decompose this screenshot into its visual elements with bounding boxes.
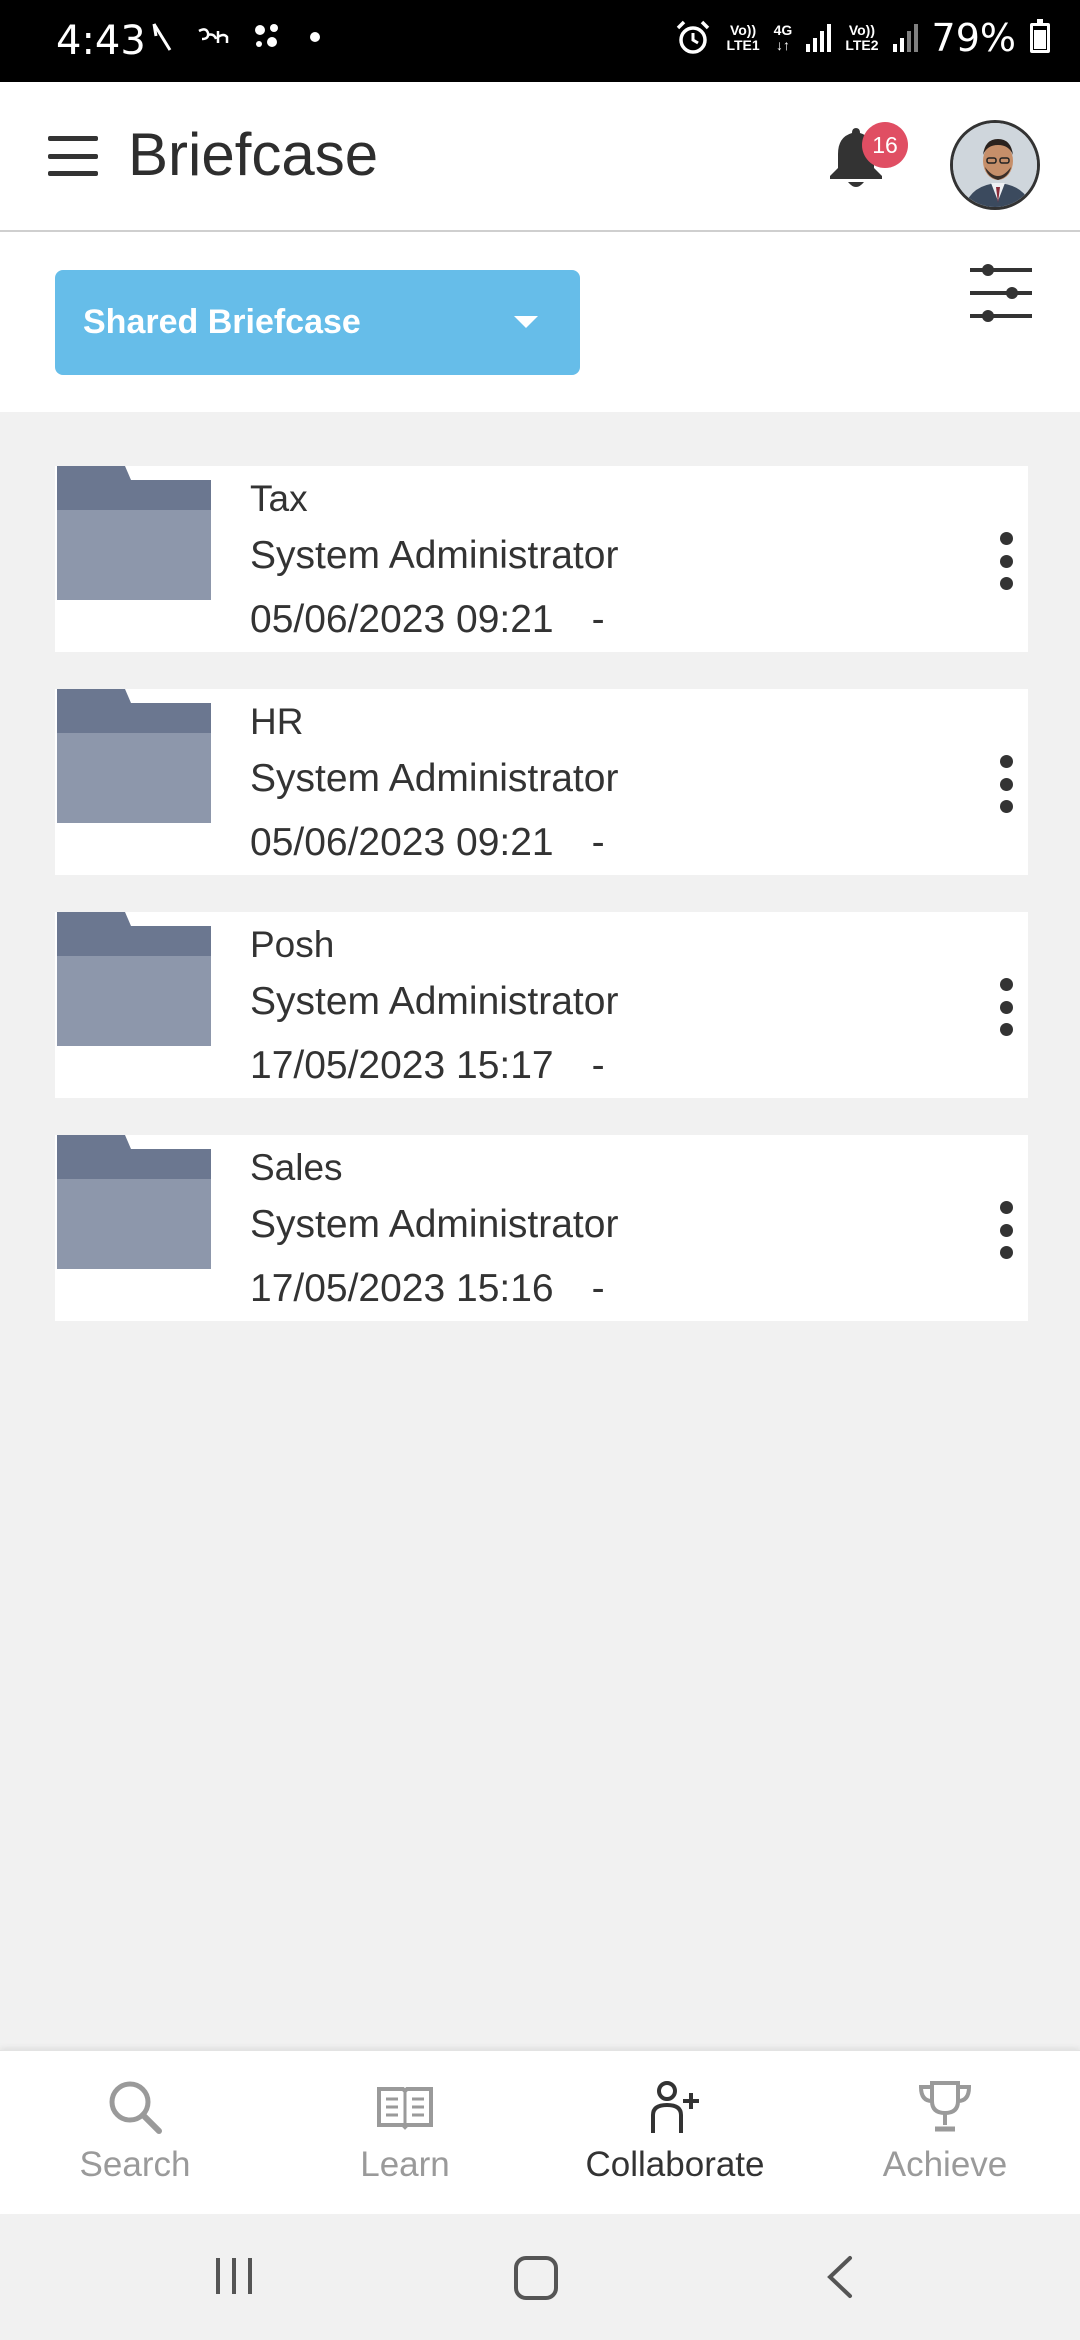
more-options-icon[interactable] xyxy=(996,1201,1016,1259)
search-icon xyxy=(109,2081,162,2134)
folder-meta: 17/05/2023 15:17- xyxy=(250,1044,605,1088)
folder-icon xyxy=(57,466,211,600)
system-navigation-bar xyxy=(0,2214,1080,2340)
folder-icon xyxy=(57,912,211,1046)
folder-owner: System Administrator xyxy=(250,757,619,800)
folder-item[interactable]: HR System Administrator 05/06/2023 09:21… xyxy=(55,689,1028,875)
filter-area: Shared Briefcase xyxy=(0,232,1080,412)
battery-icon xyxy=(1030,19,1050,53)
alarm-icon xyxy=(677,20,710,54)
folder-extra: - xyxy=(591,1267,605,1310)
nav-search-label: Search xyxy=(79,2145,191,2184)
folder-icon xyxy=(57,1135,211,1269)
nav-collaborate[interactable]: Collaborate xyxy=(540,2051,810,2214)
more-options-icon[interactable] xyxy=(996,755,1016,813)
status-right-icons: Vo)) LTE1 4G ↓↑ Vo)) LTE2 79% xyxy=(674,16,1050,60)
bn-icon xyxy=(198,28,229,43)
folder-item[interactable]: Sales System Administrator 17/05/2023 15… xyxy=(55,1135,1028,1321)
filter-sliders-icon[interactable] xyxy=(968,262,1034,324)
signal-bars-icon xyxy=(892,24,918,52)
home-icon[interactable] xyxy=(512,2254,560,2302)
nav-collaborate-label: Collaborate xyxy=(585,2145,765,2184)
folder-date: 17/05/2023 15:16 xyxy=(250,1267,554,1310)
chevron-down-icon xyxy=(514,316,538,328)
assistant-dots-icon xyxy=(255,24,278,47)
folder-extra: - xyxy=(591,821,605,864)
nav-search[interactable]: Search xyxy=(0,2051,270,2214)
folder-extra: - xyxy=(591,1044,605,1087)
network-indicator: 4G ↓↑ xyxy=(773,22,793,53)
avatar[interactable] xyxy=(950,120,1040,210)
folder-meta: 05/06/2023 09:21- xyxy=(250,821,605,865)
notification-badge: 16 xyxy=(862,122,908,168)
folder-name: Tax xyxy=(250,478,308,519)
folder-name: HR xyxy=(250,701,304,742)
hamburger-menu-icon[interactable] xyxy=(48,136,98,176)
folder-meta: 17/05/2023 15:16- xyxy=(250,1267,605,1311)
more-options-icon[interactable] xyxy=(996,978,1016,1036)
book-icon xyxy=(377,2087,433,2130)
status-time: 4:43 xyxy=(56,18,146,64)
folder-item[interactable]: Tax System Administrator 05/06/2023 09:2… xyxy=(55,466,1028,652)
folder-owner: System Administrator xyxy=(250,1203,619,1246)
folder-owner: System Administrator xyxy=(250,980,619,1023)
folder-date: 05/06/2023 09:21 xyxy=(250,821,554,864)
signal-bars-icon xyxy=(806,24,832,52)
nav-achieve[interactable]: Achieve xyxy=(810,2051,1080,2214)
folder-date: 17/05/2023 15:17 xyxy=(250,1044,554,1087)
back-icon[interactable] xyxy=(822,2254,858,2300)
folder-meta: 05/06/2023 09:21- xyxy=(250,598,605,642)
folder-extra: - xyxy=(591,598,605,641)
signal-slash-icon xyxy=(152,23,172,51)
folder-name: Posh xyxy=(250,924,335,965)
nav-learn-label: Learn xyxy=(360,2145,450,2184)
folder-owner: System Administrator xyxy=(250,534,619,577)
folder-icon xyxy=(57,689,211,823)
battery-percent: 79% xyxy=(931,16,1016,60)
profile-photo xyxy=(953,123,1037,207)
briefcase-dropdown[interactable]: Shared Briefcase xyxy=(55,270,580,375)
status-bar: 4:43 Vo)) LTE1 4G ↓↑ Vo)) LTE2 79% xyxy=(0,0,1080,82)
nav-achieve-label: Achieve xyxy=(882,2145,1008,2184)
recent-apps-icon[interactable] xyxy=(212,2254,256,2298)
notifications-button[interactable]: 16 xyxy=(826,122,908,204)
dot-icon xyxy=(310,32,320,42)
app-bar: Briefcase 16 xyxy=(0,82,1080,232)
sim2-indicator: Vo)) LTE2 xyxy=(845,22,879,53)
status-left-icons xyxy=(150,22,322,52)
folder-name: Sales xyxy=(250,1147,343,1188)
sim1-indicator: Vo)) LTE1 xyxy=(726,22,760,53)
folder-list: Tax System Administrator 05/06/2023 09:2… xyxy=(55,466,1028,1358)
add-person-icon xyxy=(651,2081,699,2133)
trophy-icon xyxy=(918,2081,972,2132)
folder-date: 05/06/2023 09:21 xyxy=(250,598,554,641)
more-options-icon[interactable] xyxy=(996,532,1016,590)
briefcase-dropdown-label: Shared Briefcase xyxy=(83,303,361,341)
nav-learn[interactable]: Learn xyxy=(270,2051,540,2214)
bottom-nav: Search Learn Collaborate Achieve xyxy=(0,2050,1080,2214)
page-title: Briefcase xyxy=(128,121,379,188)
folder-item[interactable]: Posh System Administrator 17/05/2023 15:… xyxy=(55,912,1028,1098)
